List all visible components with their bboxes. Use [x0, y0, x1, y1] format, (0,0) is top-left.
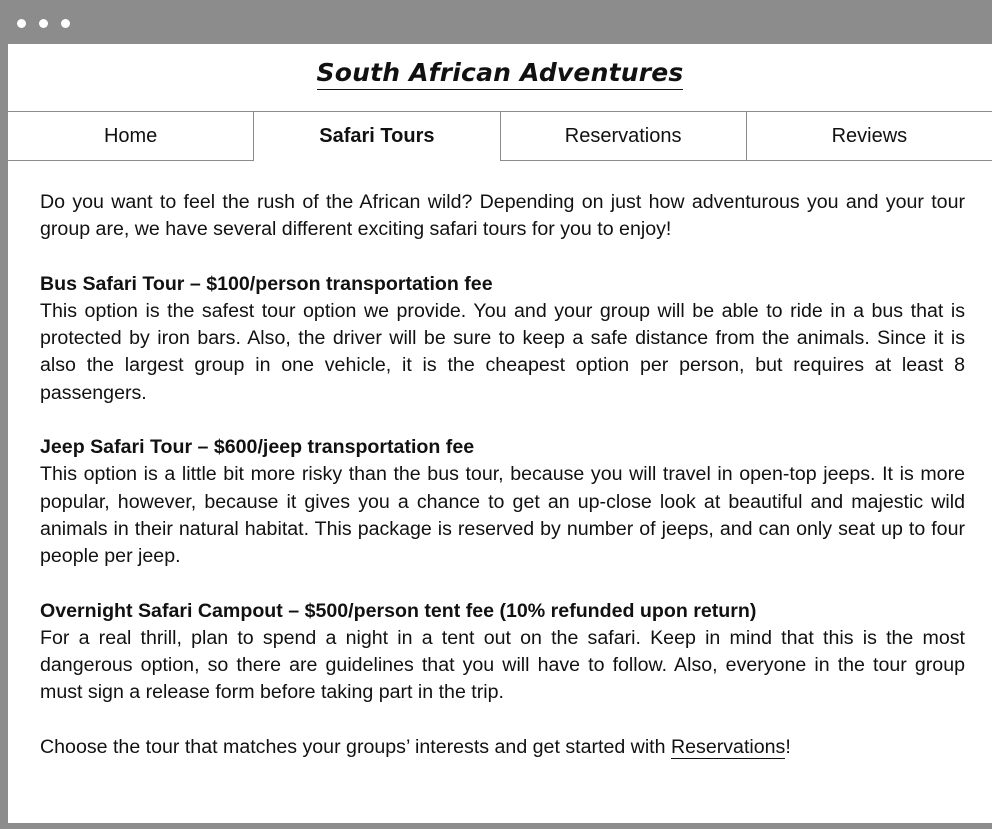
- window-titlebar: [0, 0, 992, 44]
- window-dot-icon: [17, 19, 26, 28]
- reservations-link[interactable]: Reservations: [670, 735, 786, 759]
- window-bottom-bar: [0, 823, 992, 829]
- tab-reviews[interactable]: Reviews: [746, 112, 992, 161]
- section-body-campout: For a real thrill, plan to spend a night…: [40, 626, 965, 704]
- section-heading-bus: Bus Safari Tour – $100/person transporta…: [40, 272, 493, 295]
- tab-home[interactable]: Home: [8, 112, 255, 161]
- browser-window: South African Adventures Home Safari Tou…: [0, 0, 992, 829]
- closing-suffix: !: [785, 735, 791, 758]
- closing-paragraph: Choose the tour that matches your groups…: [40, 734, 965, 761]
- intro-paragraph: Do you want to feel the rush of the Afri…: [40, 191, 965, 241]
- tab-safari-tours[interactable]: Safari Tours: [254, 112, 501, 161]
- section-heading-campout: Overnight Safari Campout – $500/person t…: [40, 599, 757, 622]
- section-body-bus: This option is the safest tour option we…: [40, 299, 965, 404]
- section-heading-jeep: Jeep Safari Tour – $600/jeep transportat…: [40, 436, 475, 459]
- section-body-jeep: This option is a little bit more risky t…: [40, 463, 965, 568]
- window-dot-icon: [39, 19, 48, 28]
- site-title: South African Adventures: [316, 58, 684, 90]
- closing-text: Choose the tour that matches your groups…: [40, 735, 671, 758]
- site-header: South African Adventures: [8, 44, 992, 112]
- tab-reservations[interactable]: Reservations: [500, 112, 747, 161]
- window-dot-icon: [61, 19, 70, 28]
- nav-tabs: Home Safari Tours Reservations Reviews: [8, 112, 992, 161]
- page-content: Do you want to feel the rush of the Afri…: [40, 189, 965, 761]
